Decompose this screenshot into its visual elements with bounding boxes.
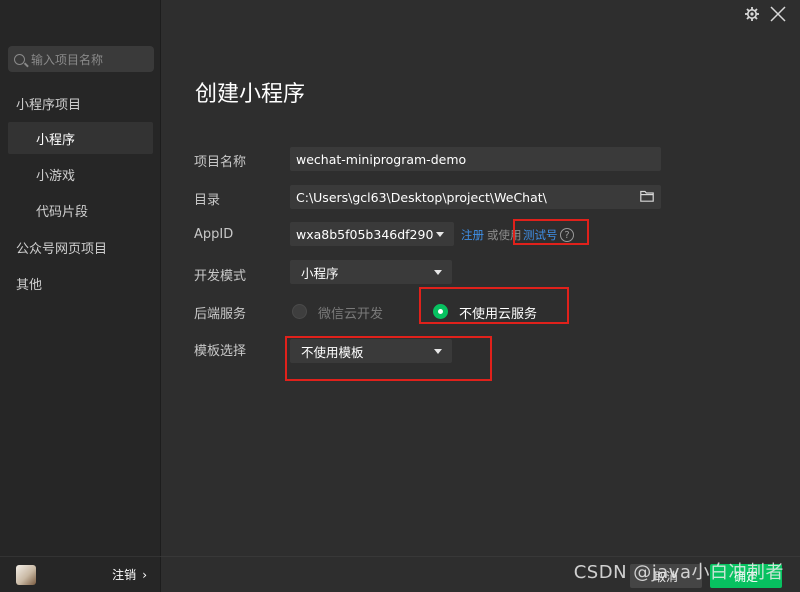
project-name-label: 项目名称	[194, 155, 247, 170]
gear-icon[interactable]	[744, 6, 760, 22]
appid-select[interactable]: wxa8b5f05b346df290	[290, 222, 454, 246]
page-title: 创建小程序	[195, 82, 306, 107]
window-controls	[744, 6, 786, 22]
logout-label: 注销	[112, 568, 137, 582]
folder-icon[interactable]	[640, 190, 654, 202]
directory-value: C:\Users\gcl63\Desktop\project\WeChat\	[296, 189, 547, 205]
search-input[interactable]: 输入项目名称	[8, 46, 154, 72]
sidebar-item-minigame[interactable]: 小游戏	[8, 158, 153, 190]
sidebar: 输入项目名称 小程序项目 小程序 小游戏 代码片段 公众号网页项目 其他 注销 …	[0, 0, 161, 592]
chevron-down-icon	[434, 270, 442, 275]
chevron-right-icon: ›	[142, 567, 147, 582]
annotation-box-backend	[419, 287, 569, 324]
dev-mode-value: 小程序	[301, 265, 339, 281]
radio-cloud-dev[interactable]	[292, 304, 307, 319]
directory-label: 目录	[194, 193, 221, 208]
search-icon	[14, 53, 25, 65]
radio-cloud-dev-label: 微信云开发	[318, 307, 384, 322]
close-icon[interactable]	[770, 6, 786, 22]
sidebar-item-miniprogram[interactable]: 小程序	[8, 122, 153, 154]
appid-label: AppID	[194, 227, 234, 242]
register-link[interactable]: 注册	[461, 227, 484, 243]
sidebar-group-official-account-web[interactable]: 公众号网页项目	[16, 238, 107, 257]
annotation-box-template	[285, 336, 492, 381]
chevron-down-icon	[436, 232, 444, 237]
appid-value: wxa8b5f05b346df290	[296, 226, 434, 242]
logout-button[interactable]: 注销 ›	[112, 566, 147, 583]
sidebar-group-miniprogram-projects[interactable]: 小程序项目	[16, 94, 81, 113]
backend-service-label: 后端服务	[194, 307, 247, 322]
sidebar-group-other[interactable]: 其他	[16, 274, 42, 293]
dev-mode-select[interactable]: 小程序	[290, 260, 452, 284]
dev-mode-label: 开发模式	[194, 269, 247, 284]
project-name-input[interactable]: wechat-miniprogram-demo	[290, 147, 661, 171]
sidebar-item-code-snippet[interactable]: 代码片段	[8, 194, 153, 226]
directory-input[interactable]: C:\Users\gcl63\Desktop\project\WeChat\	[290, 185, 661, 209]
search-placeholder: 输入项目名称	[31, 52, 104, 67]
watermark: CSDN @java小白冲刺者	[573, 562, 784, 583]
avatar[interactable]	[16, 564, 36, 585]
account-area: 注销 ›	[0, 556, 161, 592]
template-label: 模板选择	[194, 344, 247, 359]
annotation-box-test-account	[513, 219, 589, 245]
